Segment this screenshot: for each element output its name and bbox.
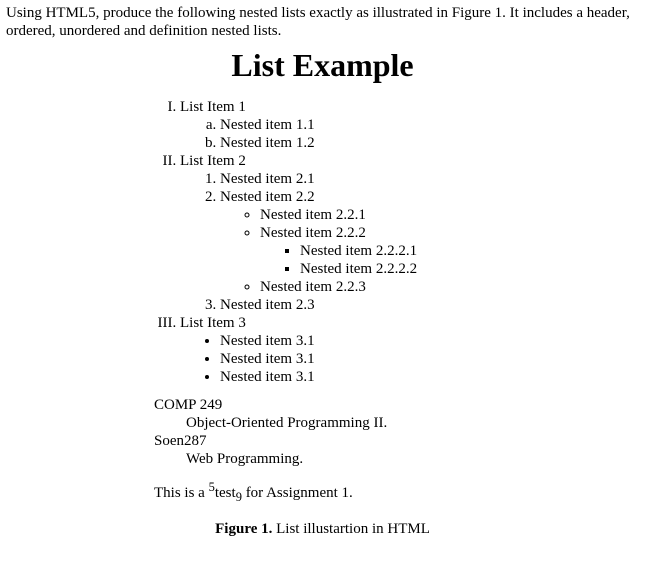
list-item-label: Nested item 2.2 — [220, 189, 315, 205]
list-item-label: List Item 3 — [180, 315, 246, 331]
nested-square-list: Nested item 2.2.2.1 Nested item 2.2.2.2 — [260, 242, 639, 278]
definition-desc: Object-Oriented Programming II. — [186, 414, 639, 432]
list-item: Nested item 3.1 — [220, 368, 639, 386]
figure-caption-label: Figure 1. — [215, 521, 272, 537]
footnote-line: This is a 5test9 for Assignment 1. — [154, 480, 639, 505]
footnote-text: for Assignment 1. — [242, 485, 353, 501]
list-item: Nested item 2.2.1 — [260, 206, 639, 224]
footnote-text: test — [215, 485, 236, 501]
list-item-label: Nested item 2.2.2 — [260, 225, 366, 241]
list-item: Nested item 3.1 — [220, 350, 639, 368]
figure-caption: Figure 1. List illustartion in HTML — [6, 520, 639, 538]
definition-term: COMP 249 — [154, 396, 639, 414]
list-item: Nested item 2.2 Nested item 2.2.1 Nested… — [220, 188, 639, 296]
list-item: List Item 1 Nested item 1.1 Nested item … — [180, 98, 639, 152]
nested-decimal-list: Nested item 2.1 Nested item 2.2 Nested i… — [180, 170, 639, 314]
list-item: Nested item 1.2 — [220, 134, 639, 152]
list-item: List Item 2 Nested item 2.1 Nested item … — [180, 152, 639, 314]
list-item: Nested item 1.1 — [220, 116, 639, 134]
footnote-text: This is a — [154, 485, 209, 501]
nested-circle-list: Nested item 2.2.1 Nested item 2.2.2 Nest… — [220, 206, 639, 296]
definition-desc: Web Programming. — [186, 450, 639, 468]
figure-caption-text: List illustartion in HTML — [272, 521, 430, 537]
list-item: Nested item 2.2.2.1 — [300, 242, 639, 260]
list-item: List Item 3 Nested item 3.1 Nested item … — [180, 314, 639, 386]
definition-term: Soen287 — [154, 432, 639, 450]
page-title: List Example — [6, 46, 639, 84]
nested-alpha-list: Nested item 1.1 Nested item 1.2 — [180, 116, 639, 152]
list-item: Nested item 2.2.2.2 — [300, 260, 639, 278]
figure-content: List Item 1 Nested item 1.1 Nested item … — [154, 98, 639, 505]
list-item: Nested item 2.3 — [220, 296, 639, 314]
list-item: Nested item 2.2.3 — [260, 278, 639, 296]
instruction-paragraph: Using HTML5, produce the following neste… — [6, 4, 639, 40]
root-ordered-list: List Item 1 Nested item 1.1 Nested item … — [154, 98, 639, 386]
list-item-label: List Item 1 — [180, 99, 246, 115]
definition-list: COMP 249 Object-Oriented Programming II.… — [154, 396, 639, 468]
list-item: Nested item 2.2.2 Nested item 2.2.2.1 Ne… — [260, 224, 639, 278]
list-item: Nested item 3.1 — [220, 332, 639, 350]
list-item: Nested item 2.1 — [220, 170, 639, 188]
nested-disc-list: Nested item 3.1 Nested item 3.1 Nested i… — [180, 332, 639, 386]
list-item-label: List Item 2 — [180, 153, 246, 169]
